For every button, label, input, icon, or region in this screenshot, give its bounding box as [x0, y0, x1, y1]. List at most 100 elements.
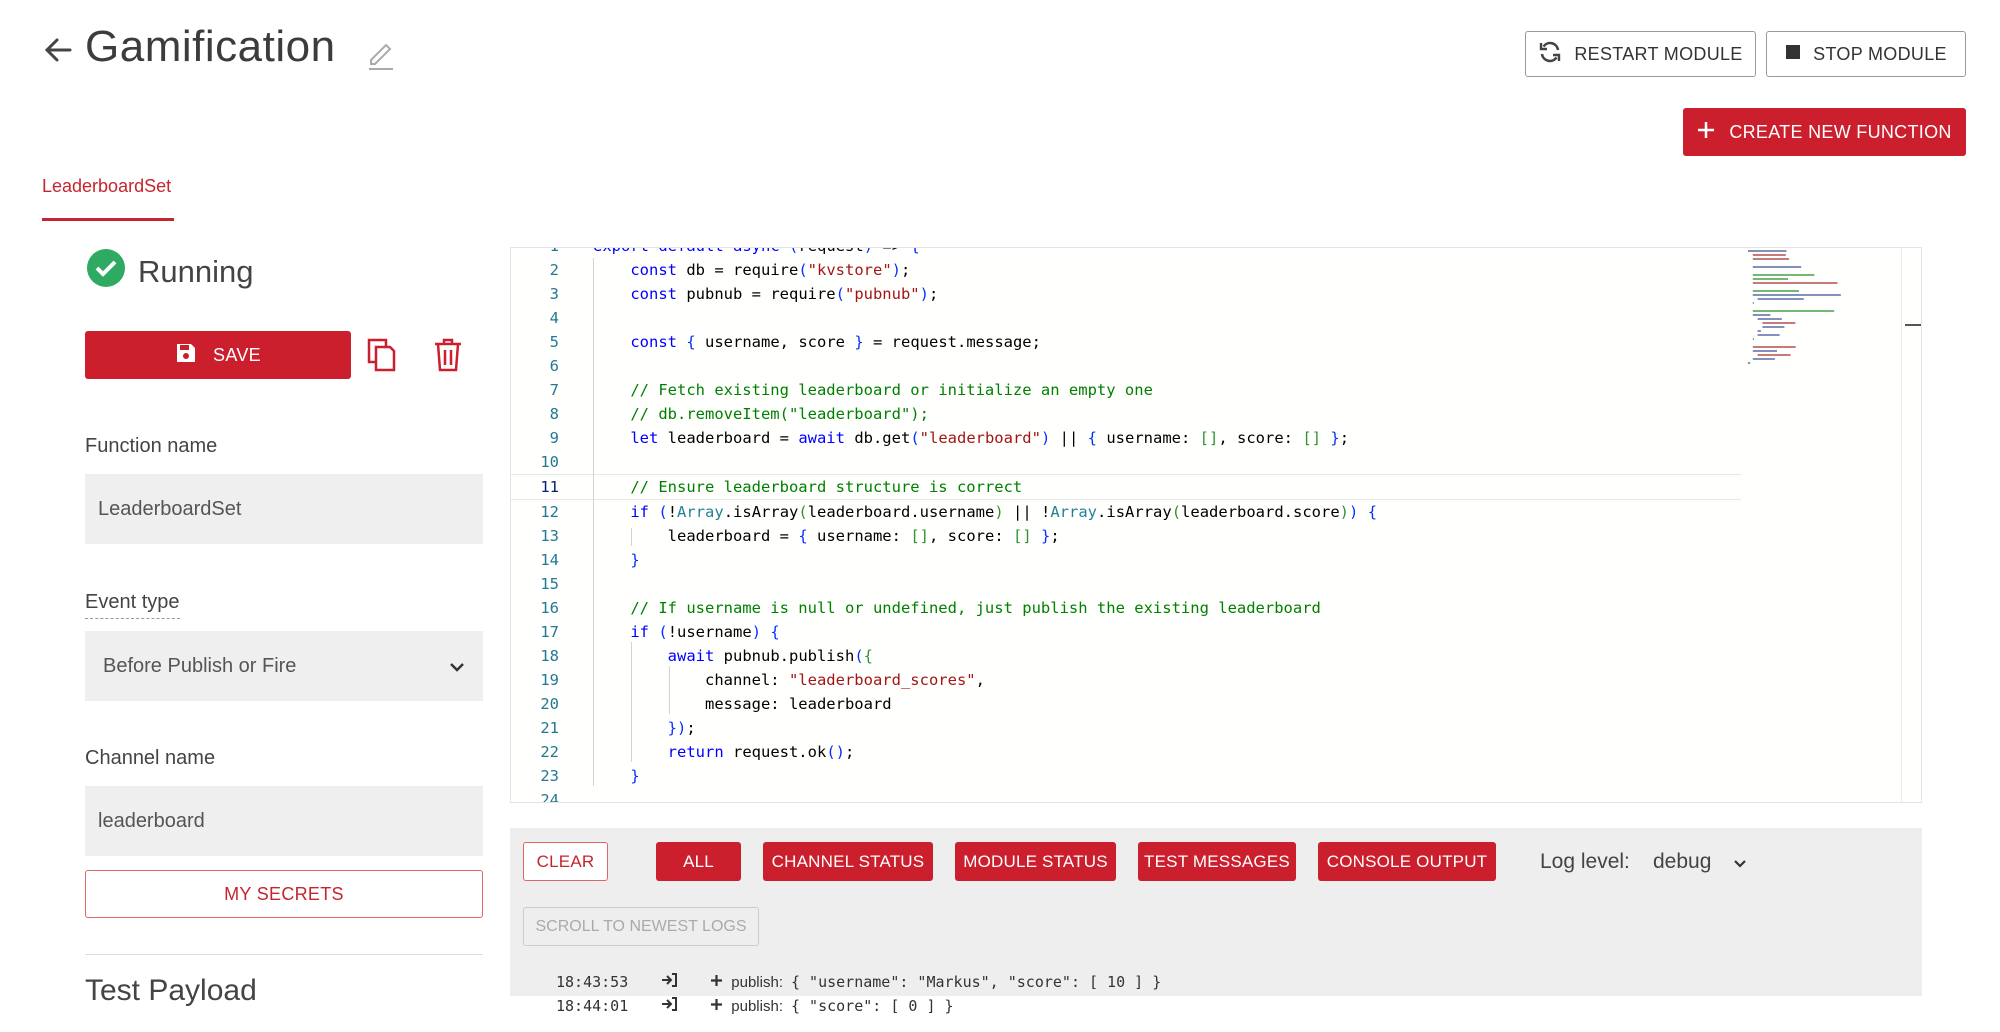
- restart-module-button[interactable]: RESTART MODULE: [1525, 31, 1756, 77]
- my-secrets-button[interactable]: MY SECRETS: [85, 870, 483, 918]
- back-arrow-icon[interactable]: [40, 32, 76, 68]
- code-line[interactable]: 23 }: [511, 764, 1741, 788]
- code-line[interactable]: 17 if (!username) {: [511, 620, 1741, 644]
- line-number: 23: [540, 767, 559, 785]
- filter-test-messages-button[interactable]: TEST MESSAGES: [1138, 842, 1296, 881]
- code-line[interactable]: 18 await pubnub.publish({: [511, 644, 1741, 668]
- code-text: let leaderboard = await db.get("leaderbo…: [630, 429, 1350, 447]
- log-time: 18:44:01: [556, 997, 629, 1015]
- code-line[interactable]: 7 // Fetch existing leaderboard or initi…: [511, 378, 1741, 402]
- code-text: }: [630, 767, 640, 785]
- scroll-to-newest-logs-button[interactable]: SCROLL TO NEWEST LOGS: [523, 907, 759, 946]
- code-line[interactable]: 10: [511, 450, 1741, 474]
- minimap-line: [1752, 350, 1777, 352]
- plus-icon: [1697, 121, 1715, 144]
- minimap-line: [1757, 298, 1804, 300]
- line-number: 11: [540, 478, 559, 496]
- save-button[interactable]: SAVE: [85, 331, 351, 379]
- clear-logs-button[interactable]: CLEAR: [523, 842, 608, 881]
- code-line[interactable]: 4: [511, 306, 1741, 330]
- line-number: 14: [540, 551, 559, 569]
- code-line[interactable]: 12 if (!Array.isArray(leaderboard.userna…: [511, 500, 1741, 524]
- code-line[interactable]: 2 const db = require("kvstore");: [511, 258, 1741, 282]
- code-line[interactable]: 13 leaderboard = { username: [], score: …: [511, 524, 1741, 548]
- filter-console-output-button[interactable]: CONSOLE OUTPUT: [1318, 842, 1496, 881]
- create-new-function-button[interactable]: CREATE NEW FUNCTION: [1683, 108, 1966, 156]
- code-line[interactable]: 19 channel: "leaderboard_scores",: [511, 668, 1741, 692]
- code-line[interactable]: 24: [511, 788, 1741, 802]
- code-line[interactable]: 16 // If username is null or undefined, …: [511, 596, 1741, 620]
- floppy-disk-icon: [175, 342, 197, 369]
- event-type-select[interactable]: Before Publish or Fire: [85, 631, 483, 701]
- status-label: Running: [138, 254, 254, 289]
- line-number: 9: [549, 429, 559, 447]
- channel-name-value: leaderboard: [98, 809, 205, 832]
- function-name-value: LeaderboardSet: [98, 497, 242, 520]
- line-number: 21: [540, 719, 559, 737]
- stop-module-button[interactable]: STOP MODULE: [1766, 31, 1966, 77]
- code-line[interactable]: 22 return request.ok();: [511, 740, 1741, 764]
- line-number: 19: [540, 671, 559, 689]
- indent-guide: [593, 258, 594, 786]
- minimap-line: [1752, 290, 1799, 292]
- expand-plus-icon[interactable]: [685, 981, 723, 1032]
- publish-arrow-icon: [636, 980, 678, 1032]
- code-line[interactable]: 21 });: [511, 716, 1741, 740]
- minimap-line: [1752, 338, 1754, 340]
- minimap-line: [1762, 322, 1796, 324]
- editor-scrollbar[interactable]: [1901, 248, 1902, 802]
- code-text: });: [667, 719, 696, 737]
- channel-name-input[interactable]: leaderboard: [85, 786, 483, 856]
- log-payload: { "score": [ 0 ] }: [790, 997, 954, 1015]
- line-number: 2: [549, 261, 559, 279]
- line-number: 13: [540, 527, 559, 545]
- function-name-input[interactable]: LeaderboardSet: [85, 474, 483, 544]
- code-text: const { username, score } = request.mess…: [630, 333, 1041, 351]
- code-text: channel: "leaderboard_scores",: [593, 671, 985, 689]
- minimap-line: [1748, 250, 1787, 252]
- code-line[interactable]: 14 }: [511, 548, 1741, 572]
- line-number: 7: [549, 381, 559, 399]
- test-payload-heading: Test Payload: [85, 974, 257, 1007]
- code-line[interactable]: 15: [511, 572, 1741, 596]
- indent-guide: [669, 666, 670, 714]
- code-text: leaderboard = { username: [], score: [] …: [593, 527, 1060, 545]
- filter-all-button[interactable]: ALL: [656, 842, 741, 881]
- logs-panel: CLEAR ALL CHANNEL STATUS MODULE STATUS T…: [510, 828, 1922, 1015]
- scroll-position-marker: [1905, 324, 1921, 326]
- code-line[interactable]: 20 message: leaderboard: [511, 692, 1741, 716]
- trash-icon[interactable]: [432, 337, 464, 373]
- line-number: 15: [540, 575, 559, 593]
- filter-module-status-button[interactable]: MODULE STATUS: [955, 842, 1116, 881]
- log-entry: 18:44:01 publish: { "score": [ 0 ] }: [556, 980, 954, 1032]
- channel-name-label: Channel name: [85, 747, 216, 769]
- copy-icon[interactable]: [366, 337, 398, 373]
- line-number: 12: [540, 503, 559, 521]
- minimap-line: [1748, 362, 1751, 364]
- code-line[interactable]: 1 export default async (request) => {: [511, 248, 1741, 258]
- code-text: // db.removeItem("leaderboard");: [630, 405, 929, 423]
- code-line[interactable]: 5 const { username, score } = request.me…: [511, 330, 1741, 354]
- minimap-line: [1752, 302, 1754, 304]
- code-line[interactable]: 8 // db.removeItem("leaderboard");: [511, 402, 1741, 426]
- code-editor[interactable]: 1export default async (request) => {2 co…: [510, 247, 1922, 803]
- code-line[interactable]: 11 // Ensure leaderboard structure is co…: [511, 474, 1741, 500]
- minimap-line: [1752, 358, 1775, 360]
- log-level-select[interactable]: debug: [1653, 846, 1753, 878]
- line-number: 1: [511, 248, 559, 258]
- chevron-down-icon: [449, 655, 465, 678]
- minimap-line: [1757, 334, 1780, 336]
- filter-channel-status-button[interactable]: CHANNEL STATUS: [763, 842, 933, 881]
- refresh-icon: [1538, 40, 1562, 69]
- code-line[interactable]: 9 let leaderboard = await db.get("leader…: [511, 426, 1741, 450]
- log-level-label: Log level:: [1540, 850, 1630, 873]
- stop-module-label: STOP MODULE: [1813, 43, 1947, 64]
- chevron-down-icon: [1733, 850, 1747, 874]
- line-number: 6: [549, 357, 559, 375]
- code-minimap[interactable]: [1746, 248, 1896, 803]
- code-text: // Fetch existing leaderboard or initial…: [630, 381, 1153, 399]
- code-line[interactable]: 3 const pubnub = require("pubnub");: [511, 282, 1741, 306]
- code-line[interactable]: 6: [511, 354, 1741, 378]
- edit-pencil-icon[interactable]: [366, 36, 396, 72]
- tab-leaderboardset[interactable]: LeaderboardSet: [42, 176, 171, 197]
